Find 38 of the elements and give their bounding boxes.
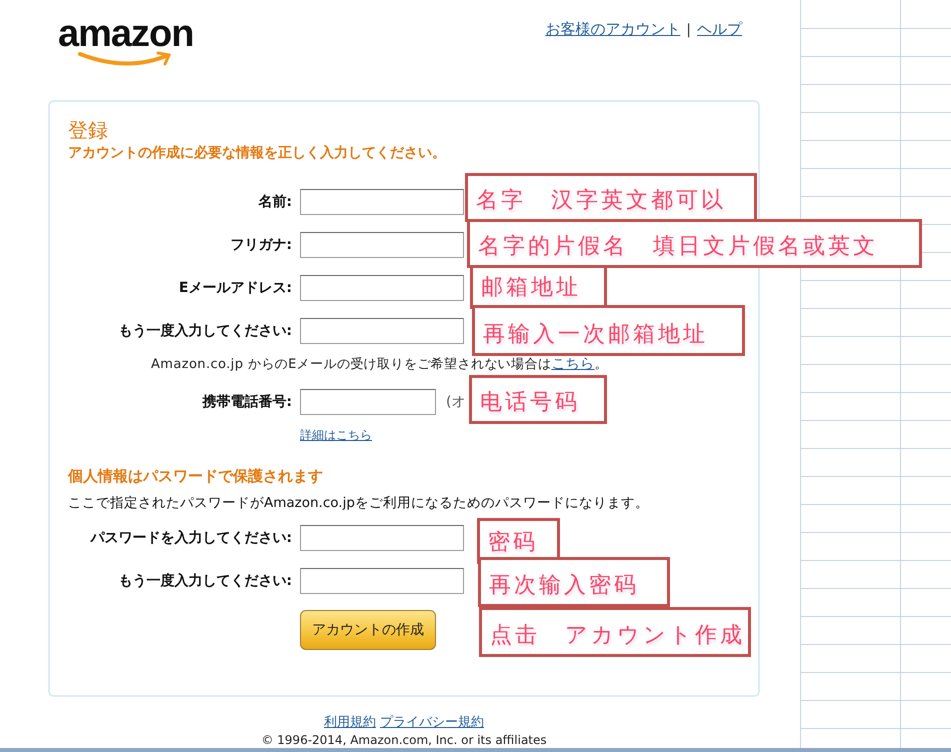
form-subtitle: アカウントの作成に必要な情報を正しく入力してください。: [68, 144, 447, 162]
period-text: 。: [594, 356, 608, 373]
link-separator: |: [686, 22, 691, 38]
input-field[interactable]: [300, 188, 464, 214]
password-field[interactable]: [300, 568, 464, 594]
create-account-button[interactable]: アカウントの作成: [300, 610, 436, 650]
opt-out-link[interactable]: こちら: [551, 355, 594, 373]
field-hint: (オ: [446, 392, 466, 410]
header-link[interactable]: ヘルプ: [697, 20, 742, 39]
password-description: ここで指定されたパスワードがAmazon.co.jpをご利用になるためのパスワードになります。: [68, 494, 650, 512]
password-field[interactable]: [300, 524, 464, 550]
annotation-note: 再次输入密码: [478, 557, 670, 607]
field-label: もう一度入力してください:: [117, 322, 292, 340]
details-link[interactable]: 詳細はこちら: [300, 428, 372, 442]
footer-link[interactable]: 利用規約: [324, 713, 376, 731]
field-label: もう一度入力してください:: [117, 572, 292, 590]
footer-link[interactable]: プライバシー規約: [380, 713, 484, 731]
field-label: フリガナ:: [229, 236, 292, 254]
copyright-text: © 1996-2014, Amazon.com, Inc. or its affiliates: [261, 733, 547, 747]
annotation-note: 电话号码: [469, 375, 607, 424]
input-field[interactable]: [300, 318, 464, 344]
password-heading: 個人情報はパスワードで保護されます: [68, 467, 324, 486]
annotation-note: 名字 汉字英文都可以: [465, 173, 757, 222]
input-field[interactable]: [300, 274, 464, 300]
form-title: 登録: [68, 117, 109, 144]
annotation-note: 名字的片假名 填日文片假名或英文: [467, 219, 922, 268]
annotation-note: 点击 アカウント作成: [479, 607, 751, 657]
header-link[interactable]: お客様のアカウント: [545, 20, 680, 39]
field-label: Eメールアドレス:: [178, 278, 292, 296]
input-field[interactable]: [300, 388, 436, 414]
annotation-note: 邮箱地址: [470, 265, 607, 309]
input-field[interactable]: [300, 232, 464, 258]
field-label: 携帯電話番号:: [201, 392, 292, 410]
opt-out-text: Amazon.co.jp からのEメールの受け取りをご希望されない場合は: [151, 356, 552, 373]
annotation-note: 再输入一次邮箱地址: [472, 305, 745, 356]
field-label: パスワードを入力してください:: [89, 528, 292, 546]
amazon-logo[interactable]: amazon: [58, 14, 194, 68]
field-label: 名前:: [257, 192, 292, 210]
